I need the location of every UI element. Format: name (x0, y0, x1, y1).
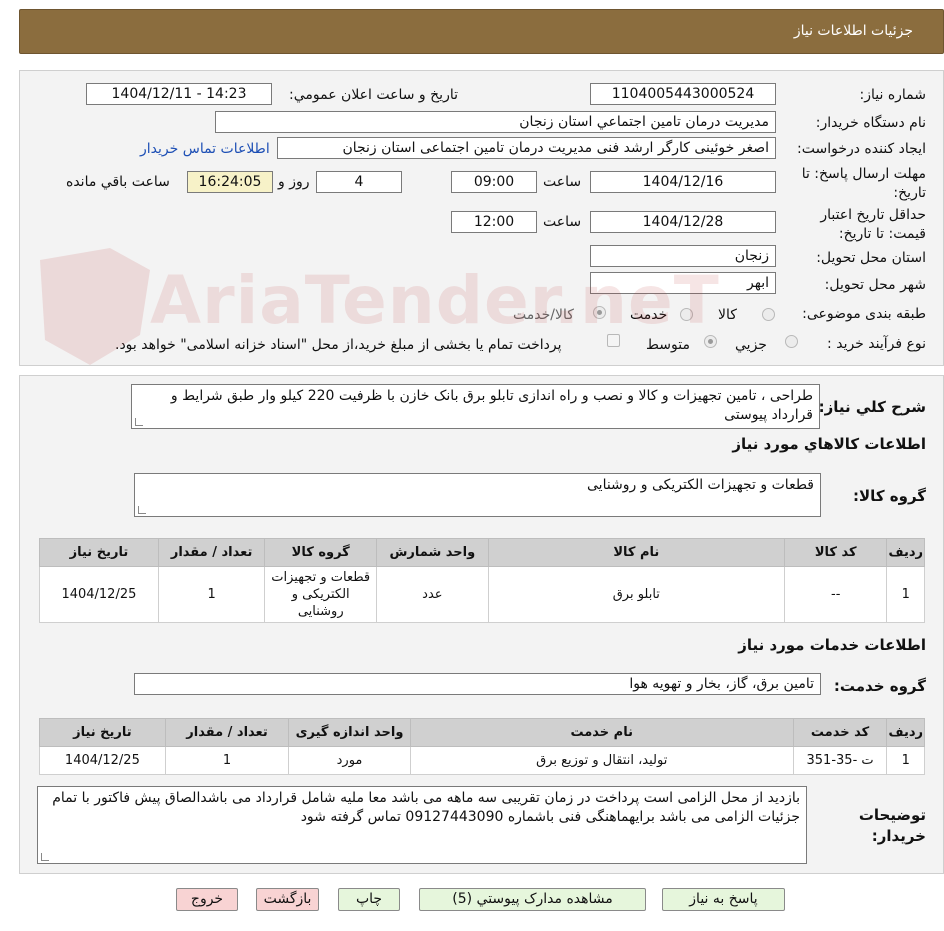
col-service-name: نام خدمت (409, 718, 794, 747)
category-label: طبقه بندی موضوعی: (802, 306, 926, 322)
resize-handle-icon[interactable] (41, 853, 49, 861)
print-button[interactable]: چاپ (338, 888, 400, 911)
cell-goods-group: قطعات و تجهیزات الکتریکی و روشنایی (264, 566, 378, 623)
ptype-partial-label: جزيي (735, 337, 767, 353)
view-attachments-button[interactable]: مشاهده مدارک پيوستي (5) (419, 888, 646, 911)
requester-field: اصغر خوئینی کارگر ارشد فنی مدیریت درمان … (277, 137, 776, 159)
days-word-label: روز و (278, 174, 310, 190)
need-number-field: 1104005443000524 (590, 83, 776, 105)
goods-section-title: اطلاعات کالاهاي مورد نياز (732, 435, 926, 453)
cell-goods-name: تابلو برق (487, 566, 785, 623)
table-row: 1 ت -35-351 تولید، انتقال و توزیع برق مو… (39, 746, 925, 775)
buyer-org-label: نام دستگاه خريدار: (815, 115, 926, 131)
ptype-medium-label: متوسط (646, 337, 690, 353)
col-quantity: تعداد / مقدار (157, 538, 266, 567)
services-table-header: رديف کد خدمت نام خدمت واحد اندازه گيری ت… (39, 718, 925, 747)
services-table: رديف کد خدمت نام خدمت واحد اندازه گيری ت… (39, 718, 925, 775)
buyer-notes-label: توضيحات خريدار: (858, 806, 926, 845)
cell-service-name: تولید، انتقال و توزیع برق (409, 746, 794, 775)
days-left-field: 4 (316, 171, 402, 193)
cell-row: 1 (886, 566, 925, 623)
cell-service-code: ت -35-351 (792, 746, 888, 775)
validity-date-field: 1404/12/28 (590, 211, 776, 233)
cell-measure-unit: مورد (288, 746, 411, 775)
col-goods-group: گروه کالا (264, 538, 378, 567)
resize-handle-icon[interactable] (138, 506, 146, 514)
buyer-notes-text: بازدید از محل الزامی است پرداخت در زمان … (52, 790, 800, 825)
price-validity-label: حداقل تاريخ اعتبار قيمت: تا تاريخ: (820, 207, 926, 242)
cell-goods-code: -- (783, 566, 888, 623)
table-row: 1 -- تابلو برق عدد قطعات و تجهیزات الکتر… (39, 566, 925, 623)
col-quantity: تعداد / مقدار (164, 718, 290, 747)
reply-time-label: ساعت (543, 174, 582, 190)
purchase-type-label: نوع فرآيند خريد : (827, 336, 926, 352)
page-header: جزئيات اطلاعات نياز (19, 9, 944, 54)
col-need-date: تاريخ نياز (39, 718, 166, 747)
page-title: جزئيات اطلاعات نياز (793, 23, 913, 39)
validity-time-field: 12:00 (451, 211, 537, 233)
need-number-label: شماره نياز: (859, 87, 927, 103)
cell-need-date: 1404/12/25 (39, 566, 159, 623)
reply-deadline-label: مهلت ارسال پاسخ: تا تاريخ: (801, 166, 926, 201)
summary-label: شرح کلي نياز: (818, 398, 926, 416)
watermark-text: AriaTender.neT (150, 262, 720, 339)
service-group-field: تامین برق، گاز، بخار و تهویه هوا (134, 673, 821, 695)
goods-table: رديف کد کالا نام کالا واحد شمارش گروه کا… (39, 538, 925, 623)
goods-group-value: قطعات و تجهیزات الکتریکی و روشنایی (587, 477, 814, 493)
col-unit: واحد شمارش (376, 538, 489, 567)
goods-group-textarea: قطعات و تجهیزات الکتریکی و روشنایی (134, 473, 821, 517)
col-service-code: کد خدمت (792, 718, 888, 747)
buyer-contact-link[interactable]: اطلاعات تماس خريدار (140, 141, 270, 157)
buyer-org-field: مديريت درمان تامين اجتماعي استان زنجان (215, 111, 776, 133)
reply-button[interactable]: پاسخ به نياز (662, 888, 785, 911)
cell-unit: عدد (376, 566, 489, 623)
delivery-province-label: استان محل تحويل: (816, 250, 926, 266)
col-measure-unit: واحد اندازه گيری (288, 718, 411, 747)
summary-textarea: طراحی ، تامین تجهیزات و کالا و نصب و راه… (131, 384, 820, 429)
ptype-partial-radio[interactable] (785, 335, 798, 348)
requester-label: ايجاد کننده درخواست: (797, 141, 926, 157)
time-left-field: 16:24:05 (187, 171, 273, 193)
announce-datetime-label: تاريخ و ساعت اعلان عمومي: (289, 87, 458, 103)
cell-quantity: 1 (164, 746, 290, 775)
announce-datetime-field: 1404/12/11 - 14:23 (86, 83, 272, 105)
exit-button[interactable]: خروج (176, 888, 238, 911)
buyer-notes-textarea: بازدید از محل الزامی است پرداخت در زمان … (37, 786, 807, 864)
back-button[interactable]: بازگشت (256, 888, 319, 911)
remaining-label: ساعت باقي مانده (66, 174, 170, 190)
col-goods-code: کد کالا (783, 538, 888, 567)
col-row: رديف (886, 538, 925, 567)
cell-need-date: 1404/12/25 (39, 746, 166, 775)
col-row: رديف (886, 718, 925, 747)
resize-handle-icon[interactable] (135, 418, 143, 426)
reply-time-field: 09:00 (451, 171, 537, 193)
col-goods-name: نام کالا (487, 538, 785, 567)
goods-group-label: گروه کالا: (853, 487, 926, 505)
services-section-title: اطلاعات خدمات مورد نياز (738, 636, 926, 654)
payment-note: پرداخت تمام يا بخشی از مبلغ خريد،از محل … (115, 337, 562, 353)
col-need-date: تاريخ نياز (39, 538, 159, 567)
category-goods-label: کالا (718, 307, 737, 323)
validity-time-label: ساعت (543, 214, 582, 230)
reply-date-field: 1404/12/16 (590, 171, 776, 193)
delivery-city-label: شهر محل تحويل: (824, 277, 926, 293)
category-goods-radio[interactable] (762, 308, 775, 321)
service-group-label: گروه خدمت: (833, 677, 926, 695)
cell-quantity: 1 (157, 566, 266, 623)
goods-table-header: رديف کد کالا نام کالا واحد شمارش گروه کا… (39, 538, 925, 567)
summary-text: طراحی ، تامین تجهیزات و کالا و نصب و راه… (170, 388, 813, 423)
cell-row: 1 (886, 746, 925, 775)
